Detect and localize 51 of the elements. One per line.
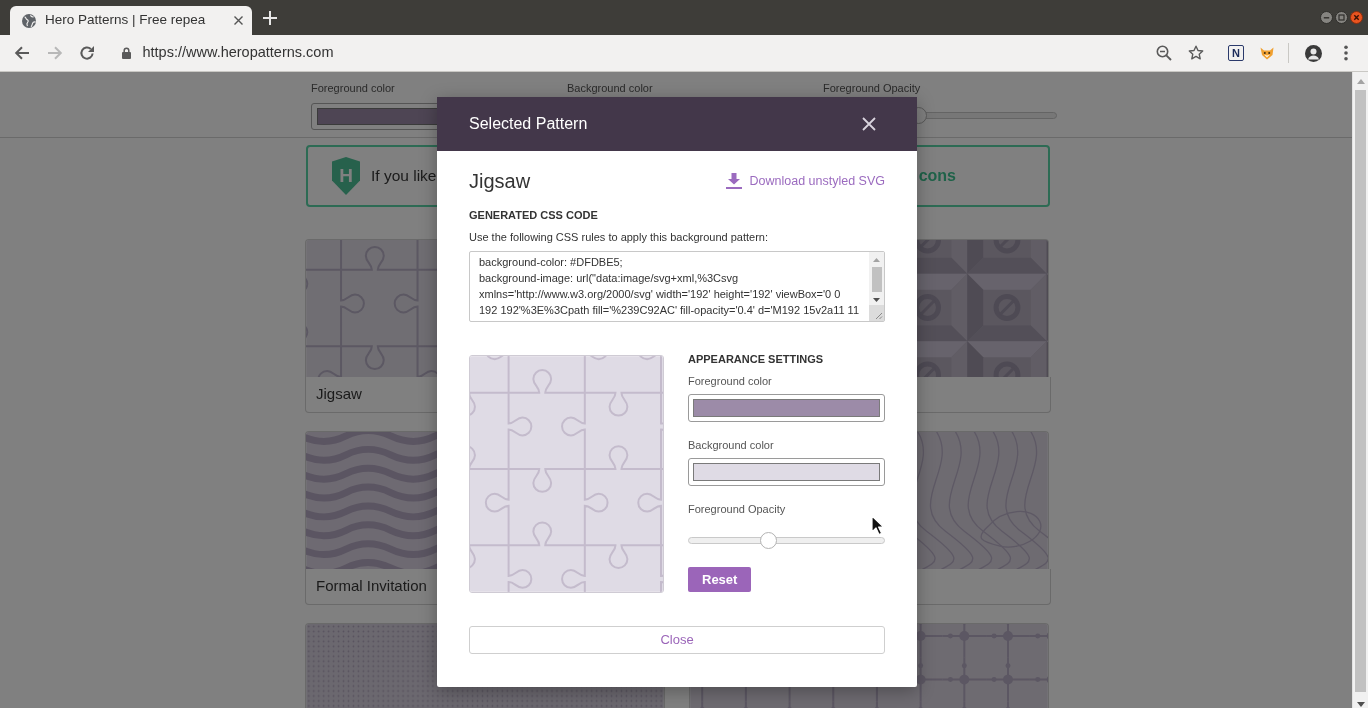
css-code-field[interactable]: background-color: #DFDBE5; background-image: url("data:image/svg+xml,%3Csvg xmlns='http://www.w3.org/2000/svg' width='192' height='192' viewBox='0 0 192 192'%3E%3Cpath fill='%239C92AC' fill-opacity='0.4' d='M192 15v2a11 11 [469, 251, 885, 322]
section-heading: APPEARANCE SETTINGS [688, 353, 825, 365]
window-minimize-icon[interactable] [1320, 11, 1333, 24]
extension-button[interactable]: N [1228, 45, 1244, 61]
color-field[interactable] [688, 458, 885, 486]
scroll-down-arrow-icon[interactable] [1356, 702, 1365, 707]
page-scrollbar[interactable] [1352, 72, 1368, 708]
new-tab-icon[interactable] [263, 10, 277, 25]
field-label: Background color [567, 81, 654, 95]
field-label: Foreground color [688, 374, 773, 388]
color-field[interactable] [688, 394, 885, 422]
scroll-down-arrow-icon[interactable] [873, 298, 880, 302]
menu-icon[interactable] [1344, 45, 1348, 61]
window-maximize-icon[interactable] [1335, 11, 1348, 24]
modal-title: Selected Pattern [469, 114, 588, 134]
avatar-icon[interactable] [1305, 44, 1322, 62]
reset-button[interactable]: Reset [688, 567, 752, 592]
close-icon[interactable] [234, 16, 243, 25]
field-label: Foreground color [311, 81, 396, 95]
back-arrow-icon[interactable] [14, 45, 30, 61]
lock-icon [121, 47, 131, 59]
section-heading: GENERATED CSS CODE [469, 209, 599, 221]
zoom-out-icon[interactable] [1156, 45, 1172, 61]
instruction-text: Use the following CSS rules to apply this background pattern: [469, 230, 769, 244]
browser-tab[interactable]: Hero Patterns | Free repea [10, 6, 252, 35]
pattern-title: Jigsaw [469, 169, 531, 194]
pattern-name: Jigsaw [316, 384, 362, 405]
shield-logo: H [332, 157, 360, 195]
scrollbar-thumb[interactable] [1355, 90, 1366, 692]
globe-icon [22, 13, 36, 28]
close-button[interactable]: Close [469, 626, 885, 654]
field-label: Background color [688, 438, 775, 452]
star-icon[interactable] [1188, 45, 1204, 61]
field-label: Foreground Opacity [688, 502, 787, 516]
download-link[interactable]: Download unstyled SVG [725, 171, 885, 191]
mouse-cursor-icon [871, 515, 884, 535]
textarea-scrollbar[interactable] [869, 252, 884, 321]
field-label: Foreground Opacity [823, 81, 922, 95]
download-icon [725, 173, 742, 189]
scrollbar-thumb[interactable] [871, 267, 882, 292]
opacity-slider[interactable] [688, 532, 885, 549]
reload-icon[interactable] [79, 45, 95, 61]
scroll-up-arrow-icon[interactable] [873, 258, 880, 262]
url-text[interactable]: https://www.heropatterns.com [142, 42, 334, 64]
resize-grip-icon[interactable] [869, 305, 884, 321]
window-close-icon[interactable] [1350, 11, 1363, 24]
scroll-up-arrow-icon[interactable] [1356, 79, 1365, 84]
slider-thumb[interactable] [760, 532, 777, 549]
pattern-name: Formal Invitation [316, 576, 427, 597]
banner-text: If you like [371, 166, 437, 187]
fox-icon[interactable] [1259, 45, 1275, 61]
